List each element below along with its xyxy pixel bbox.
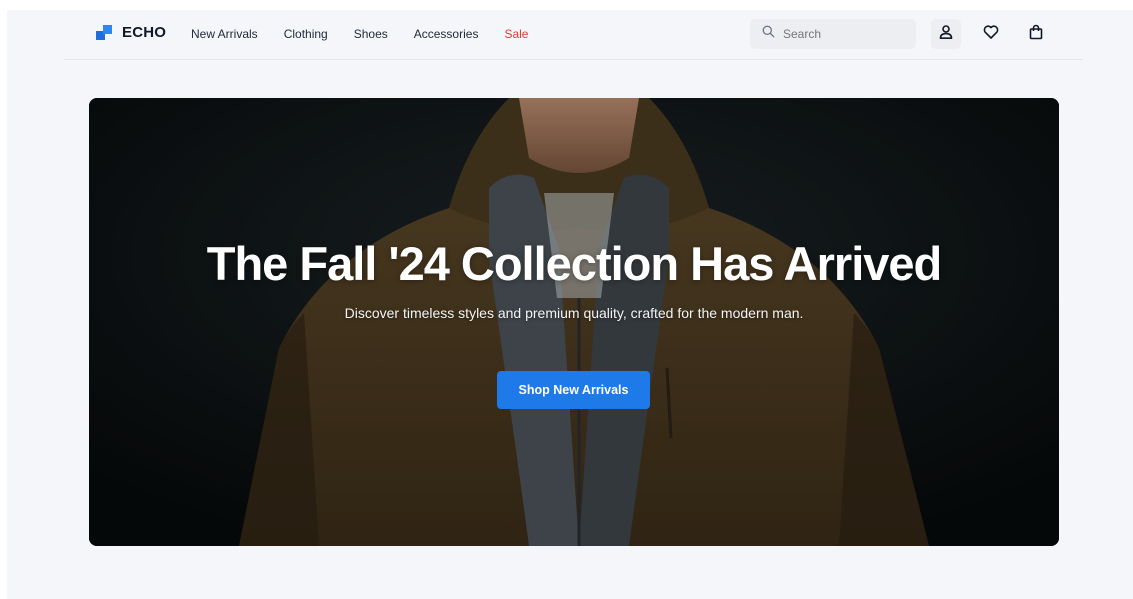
site-header: ECHO New Arrivals Clothing Shoes Accesso…	[64, 10, 1083, 60]
nav-item-new-arrivals[interactable]: New Arrivals	[191, 27, 258, 41]
brand-logo[interactable]: ECHO	[96, 24, 166, 41]
search-box[interactable]	[750, 19, 916, 49]
hero-banner: The Fall '24 Collection Has Arrived Disc…	[89, 98, 1059, 546]
wishlist-button[interactable]	[976, 19, 1006, 49]
echo-logo-icon	[96, 24, 112, 41]
nav-item-clothing[interactable]: Clothing	[284, 27, 328, 41]
shop-new-arrivals-button[interactable]: Shop New Arrivals	[497, 371, 650, 409]
nav-item-shoes[interactable]: Shoes	[354, 27, 388, 41]
search-input[interactable]	[783, 27, 903, 41]
cart-button[interactable]	[1021, 19, 1051, 49]
hero-title: The Fall '24 Collection Has Arrived	[206, 237, 943, 290]
hero-subtitle: Discover timeless styles and premium qua…	[344, 305, 804, 321]
page: ECHO New Arrivals Clothing Shoes Accesso…	[7, 10, 1133, 599]
main-nav: New Arrivals Clothing Shoes Accessories …	[191, 27, 554, 41]
brand-name: ECHO	[122, 24, 167, 41]
nav-item-accessories[interactable]: Accessories	[414, 27, 479, 41]
search-icon	[762, 25, 775, 43]
user-icon	[938, 24, 954, 45]
account-button[interactable]	[931, 19, 961, 49]
nav-item-sale[interactable]: Sale	[504, 27, 528, 41]
heart-icon	[983, 24, 999, 45]
shopping-bag-icon	[1028, 24, 1044, 45]
